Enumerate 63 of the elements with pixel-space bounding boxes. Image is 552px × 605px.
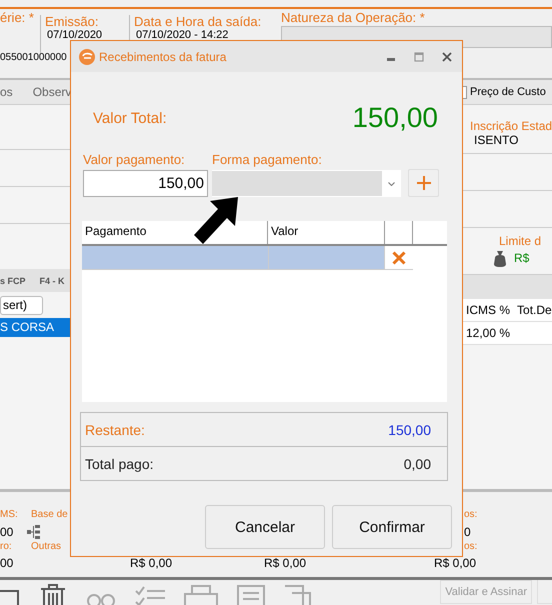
field-value: ISENTO bbox=[473, 133, 520, 147]
payment-method-dropdown[interactable] bbox=[212, 170, 401, 197]
total-value: 00 bbox=[0, 525, 14, 539]
total-value: R$ 0,00 bbox=[130, 556, 172, 570]
insert-button[interactable]: sert) bbox=[0, 296, 43, 314]
printer-icon[interactable] bbox=[184, 585, 218, 605]
field-label: Limite d bbox=[498, 233, 542, 248]
total-label: Outras bbox=[31, 541, 62, 552]
total-value: 00 bbox=[0, 556, 14, 570]
dialog-title: Recebimentos da fatura bbox=[99, 50, 226, 64]
field-label: Emissão: bbox=[45, 15, 100, 29]
field-label: érie: * bbox=[0, 11, 35, 25]
copy-icon[interactable] bbox=[284, 585, 312, 605]
arrow-icon bbox=[194, 195, 240, 245]
amount-field[interactable]: 150,00 bbox=[83, 170, 208, 197]
confirm-button[interactable]: Confirmar bbox=[332, 505, 452, 549]
summary-label: Restante: bbox=[85, 422, 145, 438]
total-label: Base de bbox=[31, 509, 68, 520]
total-label: MS: bbox=[0, 509, 18, 520]
checkbox-label[interactable]: Preço de Custo bbox=[470, 86, 552, 98]
tab[interactable]: os bbox=[0, 85, 21, 99]
checklist-icon[interactable] bbox=[135, 585, 165, 605]
grid-row[interactable]: S CORSA bbox=[0, 318, 70, 337]
trash-icon[interactable] bbox=[39, 583, 67, 605]
app-logo-icon bbox=[79, 48, 95, 64]
summary-value: 0,00 bbox=[404, 456, 431, 472]
summary-value: 150,00 bbox=[388, 422, 431, 438]
grid-tab[interactable]: F4 - K bbox=[40, 276, 65, 286]
maximize-icon[interactable] bbox=[414, 52, 424, 62]
total-label: os: bbox=[463, 541, 478, 552]
column-header: ICMS % bbox=[466, 303, 510, 317]
toolbar-button[interactable] bbox=[537, 580, 552, 604]
field-label: Natureza da Operação: * bbox=[281, 11, 426, 25]
total-value: 0 bbox=[463, 525, 471, 539]
total-label: Valor Total: bbox=[93, 110, 167, 126]
total-label: ro: bbox=[0, 541, 12, 552]
field-label: Inscrição Estad bbox=[469, 118, 552, 133]
total-amount: 150,00 bbox=[352, 102, 438, 134]
table-cell: 12,00 % bbox=[462, 322, 552, 345]
field-label: Valor pagamento: bbox=[83, 152, 186, 167]
chevron-icon bbox=[388, 182, 395, 186]
field-label: Forma pagamento: bbox=[212, 152, 323, 167]
total-label: os: bbox=[463, 509, 478, 520]
delete-icon[interactable] bbox=[392, 250, 406, 264]
hierarchy-icon[interactable] bbox=[27, 525, 41, 539]
grid-tab[interactable]: s FCP bbox=[0, 276, 26, 286]
summary-label: Total pago: bbox=[85, 456, 154, 472]
field-label: Data e Hora da saída: bbox=[134, 15, 262, 29]
cancel-button[interactable]: Cancelar bbox=[205, 505, 325, 549]
total-value: R$ 0,00 bbox=[434, 556, 476, 570]
limit-value: R$ bbox=[514, 251, 530, 265]
plus-icon bbox=[416, 176, 430, 190]
total-value: R$ 0,00 bbox=[264, 556, 306, 570]
field-value: 07/10/2020 bbox=[46, 29, 104, 42]
document-icon[interactable] bbox=[237, 585, 265, 605]
close-icon[interactable] bbox=[442, 52, 452, 62]
money-bag-icon bbox=[492, 250, 508, 266]
column-header: Tot.De bbox=[517, 303, 552, 317]
field-value: 07/10/2020 - 14:22 bbox=[135, 29, 230, 42]
column-header: Valor bbox=[268, 221, 385, 244]
access-key: 055001000000 bbox=[0, 52, 67, 64]
add-button[interactable] bbox=[408, 169, 439, 197]
window-icon[interactable] bbox=[0, 587, 20, 605]
